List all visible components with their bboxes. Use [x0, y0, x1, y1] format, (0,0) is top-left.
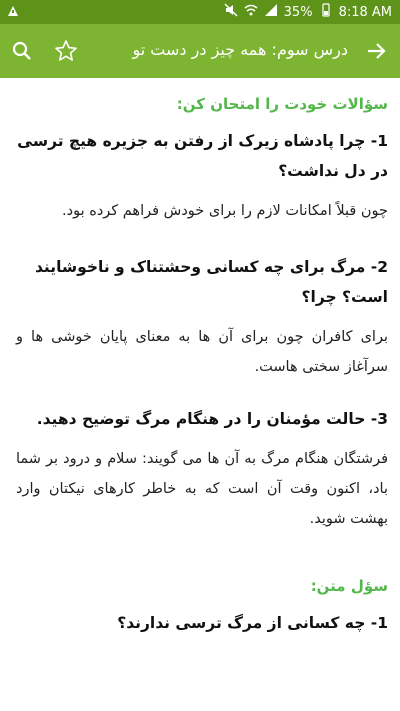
page-title: درس سوم: همه چیز در دست تو — [132, 40, 349, 59]
signal-icon — [264, 3, 278, 21]
app-notification-icon — [6, 4, 20, 22]
question-text: 2- مرگ برای چه کسانی وحشتناک و ناخوشایند… — [34, 258, 388, 306]
section-heading: سؤل متن: — [310, 577, 388, 595]
question-text: 1- چرا پادشاه زیرک از رفتن به جزیره هیچ … — [17, 132, 388, 180]
answer-text: فرشتگان هنگام مرگ به آن ها می گویند: سلا… — [16, 451, 388, 527]
battery-percent: 35% — [283, 4, 313, 20]
status-bar: 35% 8:18 AM — [0, 0, 400, 24]
app-toolbar: درس سوم: همه چیز در دست تو — [0, 24, 400, 78]
clock: 8:18 AM — [338, 4, 392, 20]
answer-text: برای کافران چون برای آن ها به معنای پایا… — [16, 329, 388, 375]
wifi-icon — [244, 3, 258, 21]
back-arrow-icon[interactable] — [362, 37, 390, 65]
question-text: 3- حالت مؤمنان را در هنگام مرگ توضیح دهی… — [36, 410, 388, 428]
mute-icon — [224, 3, 238, 21]
lesson-content[interactable]: سؤالات خودت را امتحان کن: 1- چرا پادشاه … — [0, 78, 400, 711]
question-text: 1- چه کسانی از مرگ ترسی ندارند؟ — [117, 614, 388, 632]
answer-text: چون قبلاً امکانات لازم را برای خودش فراه… — [62, 203, 388, 219]
star-favorite-icon[interactable] — [52, 37, 80, 65]
battery-icon — [319, 3, 333, 21]
section-heading: سؤالات خودت را امتحان کن: — [176, 95, 388, 113]
search-icon[interactable] — [8, 37, 36, 65]
